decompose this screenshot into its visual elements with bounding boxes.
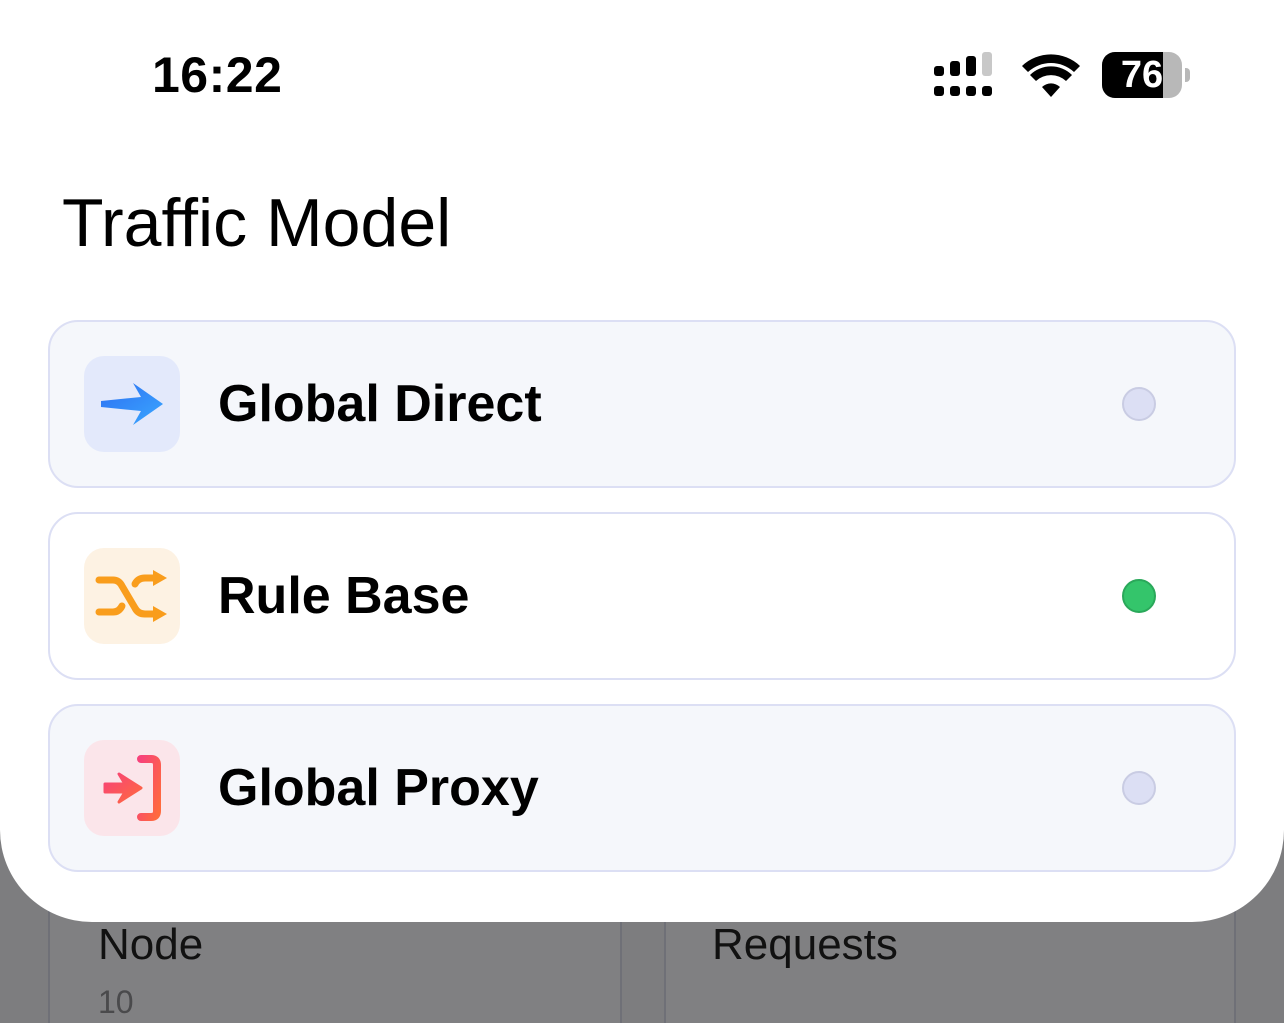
radio-indicator[interactable]	[1122, 579, 1156, 613]
radio-indicator[interactable]	[1122, 771, 1156, 805]
direct-arrow-icon	[84, 356, 180, 452]
option-global-proxy[interactable]: Global Proxy	[48, 704, 1236, 872]
node-card-title: Node	[98, 920, 204, 969]
option-rule-base[interactable]: Rule Base	[48, 512, 1236, 680]
requests-card-title: Requests	[712, 920, 898, 969]
screen: Node 10 Requests 16:22 76 Traffic Model …	[0, 0, 1284, 1023]
radio-indicator[interactable]	[1122, 387, 1156, 421]
proxy-login-icon	[84, 740, 180, 836]
wifi-icon	[1022, 54, 1080, 97]
status-indicators: 76	[934, 50, 1190, 100]
option-label: Global Proxy	[218, 759, 539, 817]
option-label: Rule Base	[218, 567, 470, 625]
page-title: Traffic Model	[62, 185, 452, 261]
status-time: 16:22	[152, 47, 283, 103]
battery-icon: 76	[1102, 52, 1190, 98]
traffic-model-sheet: 16:22 76 Traffic Model Global Direct Rul…	[0, 0, 1284, 922]
option-global-direct[interactable]: Global Direct	[48, 320, 1236, 488]
option-label: Global Direct	[218, 375, 542, 433]
battery-percent: 76	[1120, 54, 1164, 96]
shuffle-icon	[84, 548, 180, 644]
cellular-signal-icon	[934, 52, 992, 96]
node-card-value: 10	[98, 984, 134, 1020]
